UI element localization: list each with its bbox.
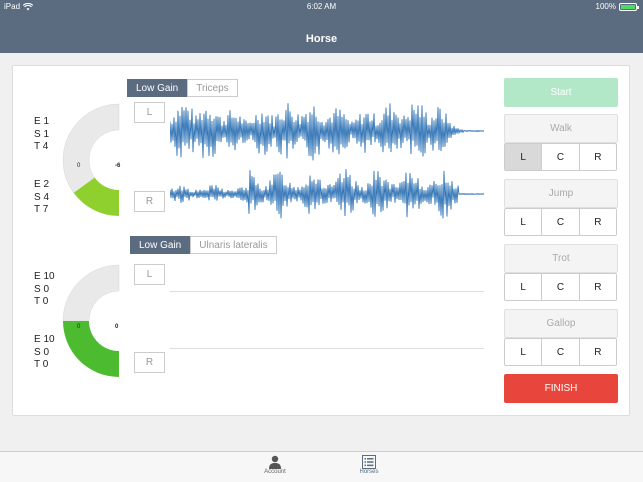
jump-left-option[interactable]: L	[505, 209, 543, 235]
stat-s: S 4	[34, 191, 50, 203]
bottom-right-stats: E 10 S 0 T 0	[34, 334, 55, 372]
trot-side-selector: L C R	[504, 273, 617, 301]
bottom-left-stats: E 10 S 0 T 0	[34, 271, 55, 309]
gallop-right-option[interactable]: R	[580, 339, 616, 365]
page-title: Horse	[305, 33, 338, 45]
tab-horses-label: Horses	[359, 469, 379, 475]
top-gain-muscle-selector: Low Gain Triceps	[127, 79, 238, 97]
stat-s: S 0	[34, 346, 50, 358]
trot-right-option[interactable]: R	[580, 274, 616, 300]
tab-bar: Account Horses	[0, 451, 643, 482]
top-right-waveform	[170, 169, 484, 219]
gallop-center-option[interactable]: C	[542, 339, 580, 365]
start-button[interactable]: Start	[504, 78, 618, 107]
stat-e: E 1	[34, 116, 50, 127]
waveform-trace	[170, 103, 484, 161]
stat-e: E 10	[34, 271, 55, 282]
list-icon	[362, 455, 376, 469]
gauge-track	[62, 103, 120, 194]
stat-s: S 1	[34, 128, 50, 140]
walk-left-option[interactable]: L	[505, 144, 543, 170]
tab-horses[interactable]: Horses	[352, 455, 386, 475]
bottom-left-waveform-baseline	[170, 291, 484, 292]
top-gauge-min: 0	[77, 163, 81, 169]
status-right: 100%	[595, 2, 639, 11]
gauge-track	[62, 264, 120, 322]
battery-icon	[619, 2, 639, 11]
gallop-side-selector: L C R	[504, 338, 617, 366]
bottom-gauge-min: 0	[77, 324, 81, 330]
gallop-left-option[interactable]: L	[505, 339, 543, 365]
status-time: 6:02 AM	[306, 2, 337, 11]
jump-center-option[interactable]: C	[542, 209, 580, 235]
gallop-button[interactable]: Gallop	[504, 309, 618, 338]
top-balance-gauge	[62, 103, 120, 216]
jump-side-selector: L C R	[504, 208, 617, 236]
trot-button[interactable]: Trot	[504, 244, 618, 273]
walk-side-selector: L C R	[504, 143, 617, 171]
top-right-stats: E 2 S 4 T 7	[34, 179, 49, 217]
jump-button[interactable]: Jump	[504, 179, 618, 208]
battery-level	[621, 4, 635, 9]
gauge-fill	[63, 321, 119, 377]
bottom-balance-gauge	[62, 264, 120, 377]
walk-button[interactable]: Walk	[504, 114, 618, 143]
top-right-channel-button[interactable]: R	[134, 191, 165, 212]
stat-t: T 4	[34, 141, 49, 152]
recording-card: Low Gain Triceps E 1 S 1 T 4 E 2 S 4 T 7…	[12, 65, 630, 416]
top-gauge-value: -6	[115, 163, 121, 169]
battery-percent: 100%	[595, 2, 616, 11]
top-muscle-tab[interactable]: Triceps	[187, 79, 238, 97]
top-gain-tab[interactable]: Low Gain	[127, 79, 188, 97]
top-left-channel-button[interactable]: L	[134, 102, 165, 123]
navigation-bar: iPad 6:02 AM 100% Horse	[0, 0, 643, 53]
bottom-gauge-value: 0	[115, 324, 119, 330]
tab-account-label: Account	[264, 469, 286, 475]
trot-center-option[interactable]: C	[542, 274, 580, 300]
top-left-waveform	[170, 103, 484, 161]
bottom-right-channel-button[interactable]: R	[134, 352, 165, 373]
bottom-gain-tab[interactable]: Low Gain	[130, 236, 191, 254]
walk-right-option[interactable]: R	[580, 144, 616, 170]
bottom-left-channel-button[interactable]: L	[134, 264, 165, 285]
stat-t: T 7	[34, 204, 49, 215]
waveform-trace	[170, 169, 484, 219]
stat-s: S 0	[34, 283, 50, 295]
person-icon	[269, 455, 281, 469]
jump-right-option[interactable]: R	[580, 209, 616, 235]
stat-e: E 2	[34, 179, 50, 190]
bottom-muscle-tab[interactable]: Ulnaris lateralis	[190, 236, 277, 254]
stat-t: T 0	[34, 296, 49, 307]
stat-t: T 0	[34, 359, 49, 370]
walk-center-option[interactable]: C	[542, 144, 580, 170]
finish-button[interactable]: FINISH	[504, 374, 618, 403]
top-left-stats: E 1 S 1 T 4	[34, 116, 49, 154]
bottom-right-waveform-baseline	[170, 348, 484, 349]
tab-account[interactable]: Account	[258, 455, 292, 475]
trot-left-option[interactable]: L	[505, 274, 543, 300]
stat-e: E 10	[34, 334, 55, 345]
bottom-gain-muscle-selector: Low Gain Ulnaris lateralis	[130, 236, 277, 254]
